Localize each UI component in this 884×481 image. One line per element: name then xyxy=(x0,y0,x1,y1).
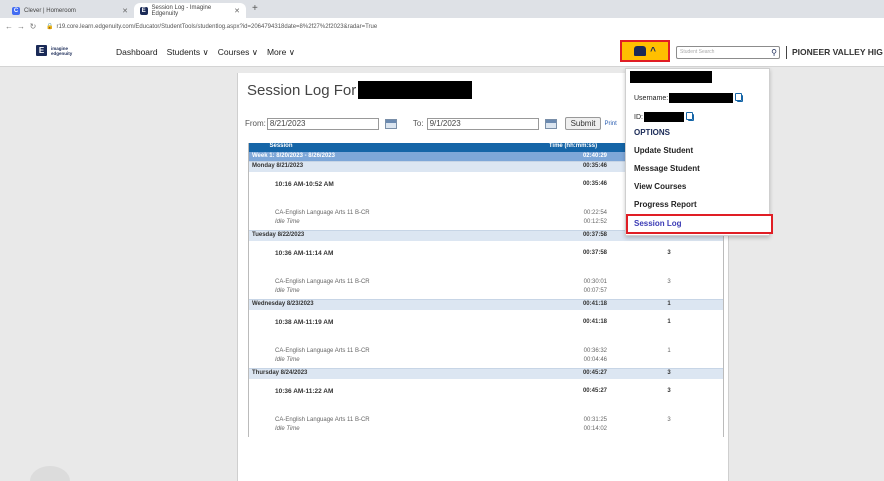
close-icon[interactable]: ✕ xyxy=(234,7,240,15)
student-icon xyxy=(634,46,647,56)
divider xyxy=(786,46,787,59)
nav-item-dashboard[interactable]: Dashboard xyxy=(116,47,158,58)
edgenuity-logo[interactable]: E imagine edgenuity xyxy=(36,45,72,56)
copy-icon[interactable] xyxy=(735,92,744,102)
school-name: PIONEER VALLEY HIG xyxy=(792,47,883,57)
student-menu-button[interactable]: ^ xyxy=(620,40,670,62)
new-tab-icon[interactable]: + xyxy=(252,3,258,14)
menu-item-progress-report[interactable]: Progress Report xyxy=(634,200,697,209)
submit-button[interactable]: Submit xyxy=(564,117,602,130)
student-search-input[interactable]: Student Search ⚲ xyxy=(676,46,780,59)
edgenuity-icon: E xyxy=(140,6,148,15)
search-icon[interactable]: ⚲ xyxy=(771,47,777,58)
print-link[interactable]: Print xyxy=(604,121,616,127)
id-line: ID: xyxy=(634,111,694,122)
student-dropdown-menu: Username: ID: OPTIONS Update Student Mes… xyxy=(625,68,773,236)
clever-icon: C xyxy=(12,6,20,15)
menu-item-update-student[interactable]: Update Student xyxy=(634,146,693,155)
nav-item-more[interactable]: More ∨ xyxy=(267,47,295,58)
reload-icon[interactable]: ↻ xyxy=(28,22,38,31)
close-icon[interactable]: ✕ xyxy=(122,7,128,15)
session-row[interactable]: 10:36 AM-11:14 AM 00:37:58 3 xyxy=(249,241,723,267)
redacted-student-name xyxy=(358,81,473,99)
page-title: Session Log For xyxy=(247,81,473,99)
tab-title: Clever | Homeroom xyxy=(24,7,76,14)
redacted-username xyxy=(669,93,734,103)
course-row: CA-English Language Arts 11 B-CR Idle Ti… xyxy=(275,279,671,294)
chevron-up-icon: ^ xyxy=(650,45,656,57)
back-icon[interactable]: ← xyxy=(4,22,14,31)
redacted-id xyxy=(643,112,684,122)
logo-line2: edgenuity xyxy=(51,50,73,56)
tab-title: Session Log - Imagine Edgenuity xyxy=(151,4,212,17)
to-date-input[interactable]: 9/1/2023 xyxy=(426,117,539,130)
course-row: CA-English Language Arts 11 B-CR Idle Ti… xyxy=(275,348,671,363)
redacted-student-name xyxy=(630,71,712,83)
options-heading: OPTIONS xyxy=(634,128,671,137)
date-range-form: From: 8/21/2023 To: 9/1/2023 Submit Prin… xyxy=(245,117,617,130)
calendar-icon[interactable] xyxy=(544,118,557,129)
menu-item-view-courses[interactable]: View Courses xyxy=(634,182,686,191)
logo-mark: E xyxy=(36,45,47,56)
lock-icon[interactable]: 🔒 xyxy=(46,23,53,30)
scroll-indicator xyxy=(30,466,70,481)
header-time: Time (hh:mm:ss) xyxy=(548,143,598,149)
header-session: Session xyxy=(269,143,293,149)
url-text[interactable]: r19.core.learn.edgenuity.com/Educator/St… xyxy=(56,24,377,30)
from-label: From: xyxy=(245,119,266,128)
nav-item-courses[interactable]: Courses ∨ xyxy=(218,47,258,58)
address-bar: ← → ↻ 🔒 r19.core.learn.edgenuity.com/Edu… xyxy=(0,18,884,35)
username-line: Username: xyxy=(634,92,744,103)
app-nav: E imagine edgenuity Dashboard Students ∨… xyxy=(0,35,884,67)
forward-icon[interactable]: → xyxy=(16,22,26,31)
nav-menu: Dashboard Students ∨ Courses ∨ More ∨ xyxy=(116,47,295,58)
calendar-icon[interactable] xyxy=(384,118,397,129)
copy-icon[interactable] xyxy=(685,111,694,121)
tab-clever[interactable]: C Clever | Homeroom ✕ xyxy=(4,3,134,18)
day-row[interactable]: Wednesday 8/23/2023 00:41:18 1 xyxy=(249,299,723,310)
nav-item-students[interactable]: Students ∨ xyxy=(167,47,209,58)
session-row[interactable]: 10:36 AM-11:22 AM 00:45:27 3 xyxy=(249,379,723,405)
from-date-input[interactable]: 8/21/2023 xyxy=(266,117,379,130)
menu-item-message-student[interactable]: Message Student xyxy=(634,164,700,173)
course-row: CA-English Language Arts 11 B-CR Idle Ti… xyxy=(275,417,671,432)
session-row[interactable]: 10:38 AM-11:19 AM 00:41:18 1 xyxy=(249,310,723,336)
menu-item-session-log[interactable]: Session Log xyxy=(626,214,773,234)
day-row[interactable]: Thursday 8/24/2023 00:45:27 3 xyxy=(249,368,723,379)
to-label: To: xyxy=(412,119,424,128)
browser-tab-strip: C Clever | Homeroom ✕ E Session Log - Im… xyxy=(0,0,884,18)
tab-session-log[interactable]: E Session Log - Imagine Edgenuity ✕ xyxy=(134,3,246,18)
